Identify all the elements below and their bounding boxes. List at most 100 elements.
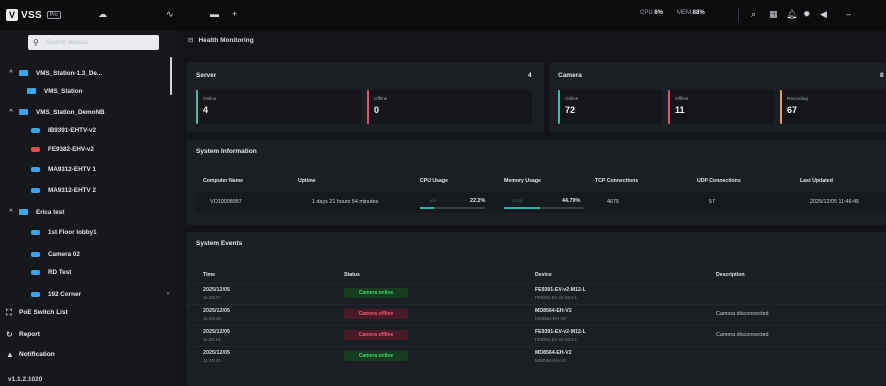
screen-icon[interactable]: ▬: [210, 9, 219, 19]
camera-online-card[interactable]: Online 72: [558, 90, 662, 124]
tree-item-label: 192 Corner: [48, 290, 81, 298]
camera-icon: [31, 146, 40, 152]
status-badge: Camera online: [344, 288, 408, 298]
search-icon[interactable]: ⌕: [751, 9, 756, 20]
event-date: 2025/12/05: [203, 329, 230, 335]
cpu-usage-fill: [420, 207, 435, 209]
status-bar: [367, 90, 369, 124]
cpu-stat: CPU 6%: [640, 10, 663, 16]
card-label: Offline: [675, 96, 689, 101]
add-icon[interactable]: +: [232, 9, 237, 19]
tree-item[interactable]: IB9391-EHTV-v2: [31, 123, 96, 137]
page-title-text: Health Monitoring: [198, 36, 254, 44]
cloud-icon[interactable]: ☁: [98, 9, 107, 20]
tree-item[interactable]: MA9312-EHTV 1: [31, 162, 96, 176]
app-version: v1.1.2.1020: [8, 376, 43, 383]
tree-item[interactable]: ^ VMS_Station_DemoNB: [8, 105, 105, 119]
system-events-title: System Events: [196, 240, 243, 247]
camera-count: 8: [880, 72, 884, 79]
tree-item-label: VMS_Station: [44, 87, 83, 95]
edition-badge: Pro: [46, 11, 61, 19]
grid-icon[interactable]: ▦: [769, 9, 778, 20]
col-description: Description: [716, 272, 745, 278]
card-label: Online: [203, 96, 217, 101]
monitor-icon: ⊟: [188, 37, 194, 44]
mem-value: 88%: [692, 10, 705, 16]
cpu-value: 6%: [654, 10, 664, 16]
event-time: 11:40:41: [203, 358, 221, 363]
col-memory-usage: Memory Usage: [504, 178, 541, 184]
computer-name: VO10008957: [210, 199, 242, 205]
bell-icon[interactable]: 🔔︎: [786, 9, 797, 20]
page-title: ⊟ Health Monitoring: [188, 36, 254, 45]
search-input[interactable]: ⚲ Search devices: [28, 35, 159, 50]
camera-title: Camera: [558, 72, 582, 79]
status-bar: [196, 90, 198, 124]
camera-icon: [31, 229, 40, 235]
event-device-sub: MD8564-EH-V2: [535, 316, 566, 321]
tree-item[interactable]: Camera 02: [31, 247, 80, 261]
volume-icon[interactable]: ◀: [820, 9, 827, 20]
uptime: 1 days 21 hours 54 minutes: [312, 199, 379, 205]
row-divider: [186, 325, 886, 326]
camera-recording-card[interactable]: Recording 67: [780, 90, 886, 124]
topbar-divider: [738, 8, 739, 22]
col-cpu-usage: CPU Usage: [420, 178, 448, 184]
chevron-up-icon[interactable]: ^: [8, 70, 14, 76]
tree-item-label: IB9391-EHTV-v2: [48, 126, 96, 134]
tree-item-label: Camera 02: [48, 250, 80, 258]
event-device: MD8564-EH-V2: [535, 308, 572, 314]
tree-item[interactable]: 1st Floor lobby1: [31, 225, 97, 239]
server-offline-card[interactable]: Offline 0: [367, 90, 532, 124]
nav-label: PoE Switch List: [19, 308, 68, 316]
gear-icon[interactable]: ✹: [803, 9, 811, 20]
status-bar: [780, 90, 782, 124]
minimize-icon[interactable]: –: [846, 9, 851, 19]
event-device: FE9391-EV-v2-M12-L: [535, 287, 586, 293]
tree-item[interactable]: VMS_Station: [16, 84, 83, 98]
chevron-up-icon[interactable]: ^: [8, 209, 14, 215]
tree-item-label: VMS_Station_DemoNB: [36, 108, 105, 116]
camera-icon: [31, 269, 40, 275]
nav-label: Notification: [19, 350, 55, 358]
server-title: Server: [196, 72, 217, 79]
col-device: Device: [535, 272, 552, 278]
report-icon: ↻: [6, 330, 13, 339]
status-badge: Camera offline: [344, 309, 408, 319]
tree-item[interactable]: ^ VMS_Station-1.3_De...: [8, 66, 102, 80]
event-device-sub: FE9391-EV-v2-M12-L: [535, 337, 578, 342]
tree-item[interactable]: 192 Corner: [31, 287, 81, 301]
pulse-icon[interactable]: ∿: [166, 9, 174, 20]
nav-notification[interactable]: ▲ Notification: [6, 350, 55, 359]
sidebar-scrollbar[interactable]: [170, 57, 172, 95]
nav-poe-switch-list[interactable]: ⛶ PoE Switch List: [6, 308, 68, 317]
row-divider: [186, 283, 886, 284]
card-value: 72: [565, 105, 576, 115]
folder-icon: [19, 209, 28, 215]
tree-item-label: MA9312-EHTV 1: [48, 165, 96, 173]
server-online-card[interactable]: Online 4: [196, 90, 361, 124]
tree-item-label: MA9312-EHTV 2: [48, 186, 96, 194]
nav-report[interactable]: ↻ Report: [6, 330, 40, 339]
memory-usage: 44.79%: [562, 198, 581, 204]
row-divider: [186, 346, 886, 347]
mem-stat: MEM 88%: [677, 10, 705, 16]
app-logo: V VSS Pro: [6, 9, 61, 21]
tree-item-label: Erica test: [36, 208, 65, 216]
col-tcp: TCP Connections: [595, 178, 639, 184]
camera-offline-card[interactable]: Offline 11: [668, 90, 774, 124]
tree-item[interactable]: ^ Erica test: [8, 205, 64, 219]
mem-label: MEM: [677, 10, 691, 16]
tree-item[interactable]: FE9382-EHV-v2: [31, 142, 94, 156]
card-label: Offline: [374, 96, 388, 101]
logo-mark-icon: V: [6, 9, 18, 21]
camera-icon: [31, 251, 40, 257]
search-icon: ⚲: [33, 38, 39, 47]
tree-item-label: 1st Floor lobby1: [48, 228, 97, 236]
tree-item[interactable]: RD Test: [31, 265, 71, 279]
chevron-down-icon[interactable]: ⌄: [165, 289, 171, 296]
memory-usage-fill: [504, 207, 540, 209]
chevron-up-icon[interactable]: ^: [8, 109, 14, 115]
tree-item[interactable]: MA9312-EHTV 2: [31, 183, 96, 197]
cpu-hint: 10%: [429, 199, 437, 203]
